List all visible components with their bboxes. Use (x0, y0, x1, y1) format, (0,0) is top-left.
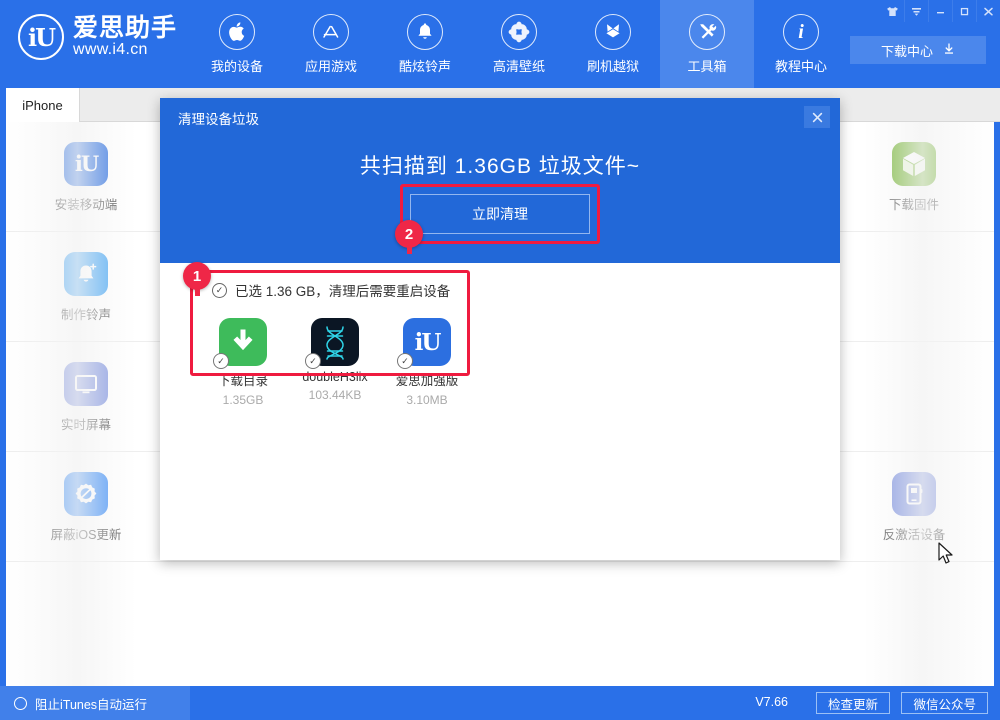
gear-block-icon (64, 472, 108, 516)
tool-label: 实时屏幕 (61, 414, 111, 433)
nav-label: 刷机越狱 (587, 56, 639, 75)
dialog-header: 清理设备垃圾 共扫描到 1.36GB 垃圾文件~ 立即清理 (160, 98, 840, 263)
file-checkbox-icon[interactable]: ✓ (305, 353, 321, 369)
wechat-label: 微信公众号 (913, 694, 976, 713)
nav-label: 应用游戏 (305, 56, 357, 75)
tool-label: 屏蔽iOS更新 (51, 524, 122, 543)
list-item[interactable]: ✓ 下载目录 1.35GB (208, 318, 278, 407)
window-controls (880, 0, 1000, 22)
download-center-button[interactable]: 下载中心 (850, 36, 986, 64)
file-checkbox-icon[interactable]: ✓ (397, 353, 413, 369)
tool-deactivate-device[interactable]: 反激活设备 (834, 452, 994, 562)
check-update-button[interactable]: 检查更新 (816, 692, 890, 714)
skin-icon[interactable] (880, 0, 904, 22)
block-itunes-label: 阻止iTunes自动运行 (35, 694, 147, 713)
cube-icon (892, 142, 936, 186)
download-folder-icon: ✓ (219, 318, 267, 366)
junk-file-list: ✓ 下载目录 1.35GB ✓ (208, 318, 462, 407)
clean-junk-dialog: 清理设备垃圾 共扫描到 1.36GB 垃圾文件~ 立即清理 ✓ 已选 1.36 … (160, 98, 840, 560)
nav-item-ringtones[interactable]: 酷炫铃声 (378, 0, 472, 88)
nav-label: 我的设备 (211, 56, 263, 75)
flower-icon (501, 14, 537, 50)
download-arrow-icon (943, 43, 955, 58)
brand-name: 爱思助手 (73, 15, 177, 41)
nav-item-apps-games[interactable]: 应用游戏 (284, 0, 378, 88)
i4-assistant-window: iU 爱思助手 www.i4.cn 我的设备 应用游戏 (0, 0, 1000, 720)
nav-label: 教程中心 (775, 56, 827, 75)
version-label: V7.66 (755, 695, 788, 709)
list-item[interactable]: ✓ doubleH3lix 103.44KB (300, 318, 370, 407)
nav-item-my-device[interactable]: 我的设备 (190, 0, 284, 88)
bell-plus-icon (64, 252, 108, 296)
tool-label: 制作铃声 (61, 304, 111, 323)
maximize-icon[interactable] (952, 0, 976, 22)
status-bar: 阻止iTunes自动运行 V7.66 检查更新 微信公众号 (0, 686, 1000, 720)
tool-block-ios-update[interactable]: 屏蔽iOS更新 (6, 452, 166, 562)
selection-text: 已选 1.36 GB，清理后需要重启设备 (235, 280, 450, 300)
block-itunes-toggle[interactable]: 阻止iTunes自动运行 (0, 686, 190, 720)
appstore-icon (313, 14, 349, 50)
download-center-label: 下载中心 (881, 41, 933, 60)
dialog-title: 清理设备垃圾 (178, 108, 259, 128)
nav-item-flash-jailbreak[interactable]: 刷机越狱 (566, 0, 660, 88)
nav-label: 工具箱 (687, 56, 726, 75)
info-icon: i (783, 14, 819, 50)
top-navigation-bar: iU 爱思助手 www.i4.cn 我的设备 应用游戏 (0, 0, 1000, 88)
brand-logo-block: iU 爱思助手 www.i4.cn (18, 14, 177, 60)
nav-item-tutorials[interactable]: i 教程中心 (754, 0, 848, 88)
nav-item-toolbox[interactable]: 工具箱 (660, 0, 754, 88)
i4-app-icon: iU (64, 142, 108, 186)
file-checkbox-icon[interactable]: ✓ (213, 353, 229, 369)
file-size: 3.10MB (406, 393, 447, 407)
close-icon[interactable] (976, 0, 1000, 22)
tab-iphone[interactable]: iPhone (6, 88, 80, 122)
device-icon (892, 472, 936, 516)
wechat-button[interactable]: 微信公众号 (901, 692, 988, 714)
check-update-label: 检查更新 (828, 694, 878, 713)
clean-now-label: 立即清理 (472, 204, 528, 224)
file-size: 103.44KB (309, 388, 362, 402)
dialog-body: ✓ 已选 1.36 GB，清理后需要重启设备 ✓ 下载目录 1.35GB (160, 263, 840, 560)
file-name: 爱思加强版 (396, 370, 459, 389)
file-name: doubleH3lix (302, 370, 367, 384)
nav-label: 酷炫铃声 (399, 56, 451, 75)
tool-label: 反激活设备 (883, 524, 946, 543)
tool-label: 下载固件 (889, 194, 939, 213)
brand-url: www.i4.cn (73, 41, 177, 59)
openbox-icon (595, 14, 631, 50)
tool-label: 安装移动端 (55, 194, 118, 213)
file-size: 1.35GB (223, 393, 264, 407)
tab-label: iPhone (22, 98, 62, 113)
tool-make-ringtone[interactable]: 制作铃声 (6, 232, 166, 342)
nav-label: 高清壁纸 (493, 56, 545, 75)
dna-icon: ✓ (311, 318, 359, 366)
tools-icon (689, 14, 725, 50)
apple-icon (219, 14, 255, 50)
menu-icon[interactable] (904, 0, 928, 22)
toggle-circle-icon (14, 697, 27, 710)
tool-install-mobile[interactable]: iU 安装移动端 (6, 122, 166, 232)
bell-icon (407, 14, 443, 50)
dialog-close-icon[interactable] (804, 106, 830, 128)
list-item[interactable]: iU ✓ 爱思加强版 3.10MB (392, 318, 462, 407)
annotation-badge-2: 2 (395, 220, 423, 248)
nav-item-wallpapers[interactable]: 高清壁纸 (472, 0, 566, 88)
clean-now-button[interactable]: 立即清理 (410, 194, 590, 234)
minimize-icon[interactable] (928, 0, 952, 22)
file-name: 下载目录 (218, 370, 268, 389)
select-all-checkbox-icon[interactable]: ✓ (212, 283, 227, 298)
i4-logo-icon: iU (18, 14, 64, 60)
annotation-badge-1: 1 (183, 262, 211, 290)
tool-download-firmware[interactable]: 下载固件 (834, 122, 994, 232)
monitor-icon (64, 362, 108, 406)
i4-app-icon: iU ✓ (403, 318, 451, 366)
selection-summary: ✓ 已选 1.36 GB，清理后需要重启设备 (212, 280, 450, 300)
main-nav: 我的设备 应用游戏 酷炫铃声 (190, 0, 848, 88)
scan-result-text: 共扫描到 1.36GB 垃圾文件~ (160, 150, 840, 180)
tool-realtime-screen[interactable]: 实时屏幕 (6, 342, 166, 452)
